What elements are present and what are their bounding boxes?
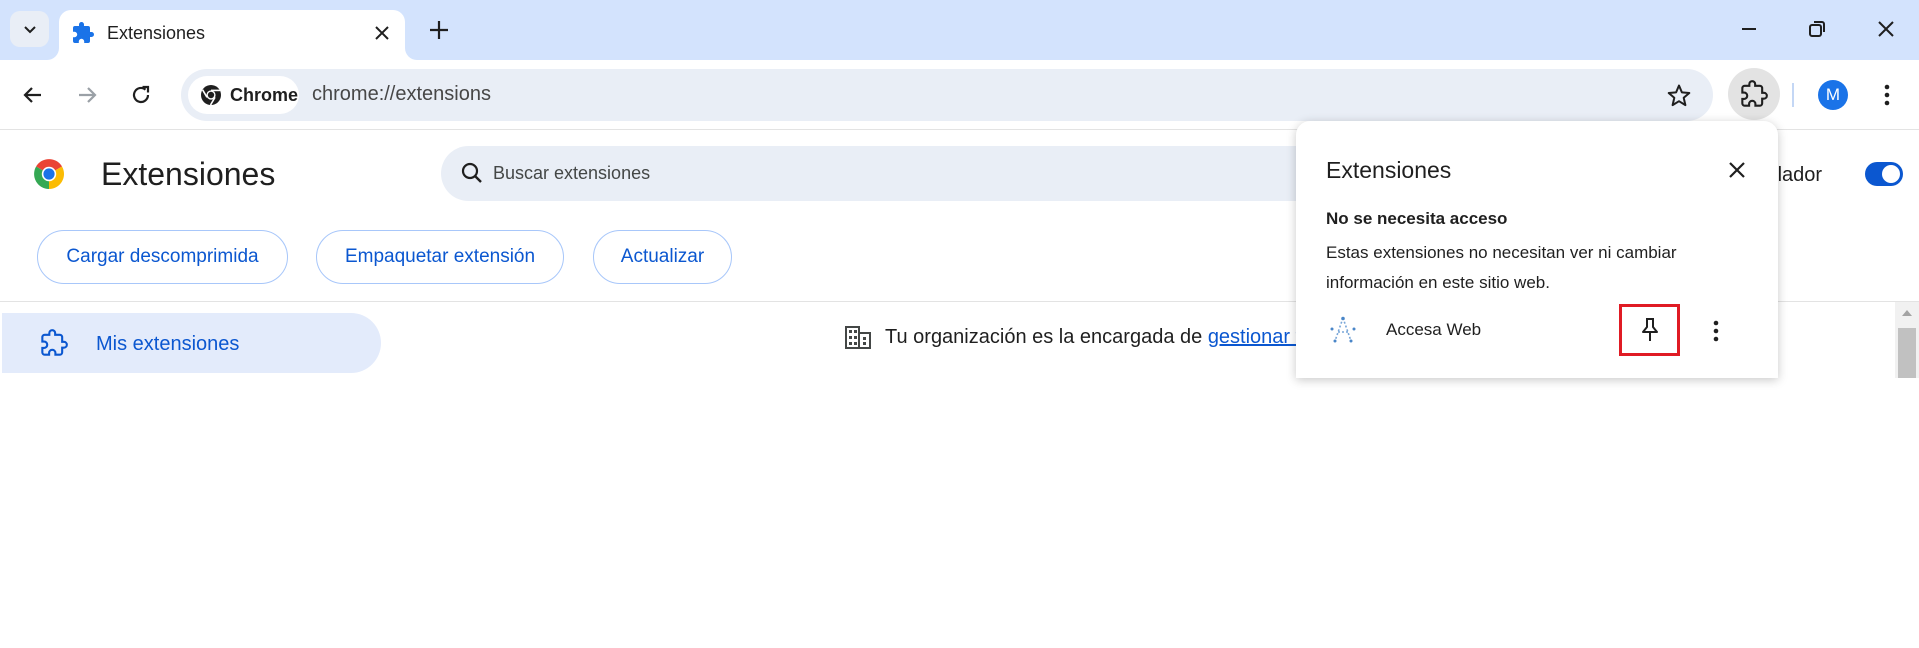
extension-more-button[interactable] (1704, 316, 1728, 346)
omnibox[interactable]: Chrome chrome://extensions (181, 69, 1713, 121)
puzzle-icon (1741, 80, 1768, 107)
chrome-logo-icon (201, 85, 221, 106)
search-input[interactable] (493, 146, 1093, 201)
close-icon[interactable] (1724, 157, 1750, 183)
extension-item[interactable]: Accesa Web (1296, 301, 1778, 367)
chrome-menu-button[interactable] (1872, 80, 1902, 110)
org-notice-text: Tu organización es la encargada de gesti… (885, 326, 1312, 349)
back-button[interactable] (16, 78, 50, 112)
minimize-button[interactable] (1734, 14, 1764, 44)
section-title: No se necesita acceso (1326, 209, 1508, 228)
minimize-icon (1742, 28, 1756, 30)
close-icon (1878, 21, 1894, 37)
dev-mode-toggle[interactable] (1865, 162, 1903, 186)
load-unpacked-button[interactable]: Cargar descomprimida (37, 230, 288, 284)
popup-title: Extensiones (1326, 157, 1452, 183)
update-button[interactable]: Actualizar (593, 230, 732, 284)
tab-title: Extensiones (107, 23, 206, 43)
arrow-right-icon (79, 87, 97, 103)
org-notice: Tu organización es la encargada de gesti… (845, 322, 1312, 352)
puzzle-icon (41, 329, 68, 356)
chrome-logo-icon (34, 159, 65, 189)
tab-strip: Extensiones (0, 0, 1919, 60)
search-icon (461, 162, 482, 183)
accesa-web-icon (1330, 316, 1356, 343)
toolbar: Chrome chrome://extensions M (0, 60, 1919, 130)
extensions-popup: Extensiones No se necesita acceso Estas … (1296, 121, 1778, 378)
site-info-chip[interactable]: Chrome (188, 76, 299, 114)
reload-icon (132, 85, 150, 104)
chip-label: Chrome (230, 84, 299, 105)
close-window-button[interactable] (1871, 14, 1901, 44)
new-tab-button[interactable] (426, 17, 452, 43)
section-description: Estas extensiones no necesitan ver ni ca… (1326, 243, 1677, 292)
restore-button[interactable] (1802, 14, 1832, 44)
building-icon (845, 326, 871, 349)
extension-name: Accesa Web (1386, 320, 1482, 339)
scroll-up-arrow-icon[interactable] (1902, 310, 1912, 316)
more-vert-icon (1713, 320, 1719, 342)
puzzle-icon (73, 22, 94, 43)
restore-icon (1809, 21, 1825, 37)
toggle-knob (1882, 165, 1900, 183)
scrollbar[interactable] (1895, 302, 1919, 378)
star-icon[interactable] (1665, 82, 1693, 110)
tab-search-button[interactable] (10, 11, 49, 47)
reload-button[interactable] (124, 78, 158, 112)
pin-icon (1641, 318, 1658, 341)
arrow-left-icon (23, 87, 41, 103)
active-tab[interactable]: Extensiones (59, 10, 405, 60)
scrollbar-thumb[interactable] (1898, 328, 1916, 378)
pin-button[interactable] (1619, 304, 1680, 356)
close-icon[interactable] (371, 22, 393, 44)
extensions-menu-button[interactable] (1728, 68, 1780, 120)
chevron-down-icon (23, 26, 36, 34)
sidebar-item-my-extensions[interactable]: Mis extensiones (2, 313, 381, 373)
sidebar-item-label: Mis extensiones (96, 333, 240, 355)
pack-extension-button[interactable]: Empaquetar extensión (316, 230, 564, 284)
org-notice-label: Tu organización es la encargada de (885, 325, 1203, 348)
url-text[interactable]: chrome://extensions (312, 83, 491, 106)
profile-avatar[interactable]: M (1818, 80, 1848, 110)
page-title: Extensiones (101, 156, 276, 192)
forward-button[interactable] (70, 78, 104, 112)
more-vert-icon (1884, 84, 1890, 106)
toolbar-divider (1792, 83, 1794, 107)
